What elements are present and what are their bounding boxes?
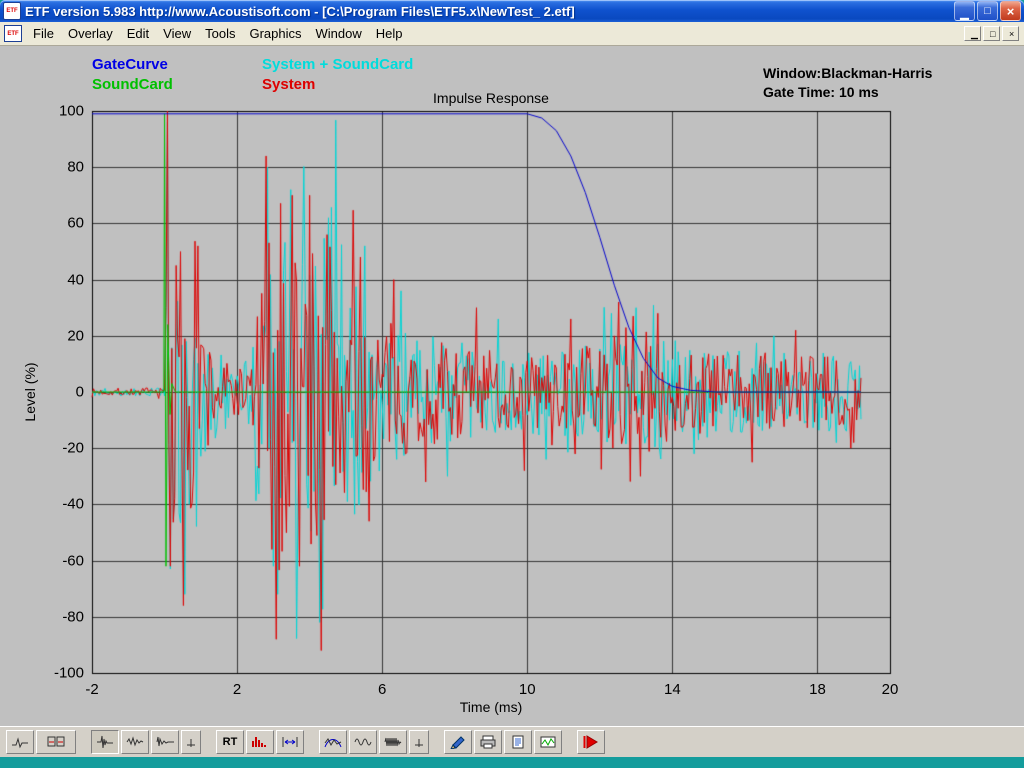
periodic-wave-button[interactable]: [349, 730, 377, 754]
arrows-icon: [281, 735, 299, 749]
mdi-restore-button[interactable]: □: [983, 26, 1000, 41]
window-title: ETF version 5.983 http://www.Acoustisoft…: [25, 4, 950, 19]
dual-display-icon: [47, 735, 65, 749]
wave-small-icon: [11, 735, 29, 749]
chart-title: Impulse Response: [92, 90, 890, 106]
app-window: ETF ETF version 5.983 http://www.Acousti…: [0, 0, 1024, 757]
impulse-response-plot[interactable]: [0, 46, 1024, 726]
menubar: ETF FileOverlayEditViewToolsGraphicsWind…: [0, 22, 1024, 46]
x-tick-label: 14: [664, 681, 681, 698]
menu-edit[interactable]: Edit: [120, 23, 156, 44]
mdi-close-icon: ×: [1009, 29, 1014, 39]
chart-panel: -2 2 6 10 14 18 20 -100 -80 -60 -40 -20 0 20 40 60 80 100…: [0, 46, 1024, 726]
rt60-button[interactable]: RT: [216, 730, 244, 754]
print-button[interactable]: [474, 730, 502, 754]
menu-graphics[interactable]: Graphics: [242, 23, 308, 44]
minimize-button[interactable]: ▁: [954, 1, 975, 21]
window-function-label: Window:Blackman-Harris: [763, 64, 932, 83]
app-icon: ETF: [3, 2, 21, 20]
mdi-minimize-button[interactable]: ▁: [964, 26, 981, 41]
spectrum-button[interactable]: [246, 730, 274, 754]
time-record-button[interactable]: [6, 730, 34, 754]
toolbar: RT: [0, 726, 1024, 757]
mdi-close-button[interactable]: ×: [1002, 26, 1019, 41]
y-tick-label: -60: [40, 552, 84, 569]
meter-icon: [539, 735, 557, 749]
close-icon: ×: [1007, 5, 1015, 18]
maximize-icon: □: [984, 6, 991, 17]
impulse-icon: [96, 735, 114, 749]
document-icon[interactable]: ETF: [4, 25, 22, 42]
y-tick-label: 60: [40, 215, 84, 232]
play-icon: [582, 735, 600, 749]
y-tick-label: 40: [40, 271, 84, 288]
measure-run-button[interactable]: [577, 730, 605, 754]
menu-list: FileOverlayEditViewToolsGraphicsWindowHe…: [26, 23, 410, 44]
x-tick-label: 6: [378, 681, 386, 698]
menu-tools[interactable]: Tools: [198, 23, 242, 44]
menu-window[interactable]: Window: [309, 23, 369, 44]
wave-noisy-icon: [126, 735, 144, 749]
frequency-response-button[interactable]: [121, 730, 149, 754]
close-button[interactable]: ×: [1000, 1, 1021, 21]
printer-icon: [479, 735, 497, 749]
mdi-restore-icon: □: [990, 29, 995, 39]
y-tick-label: -80: [40, 608, 84, 625]
x-tick-label: -2: [85, 681, 98, 698]
legend-gatecurve: GateCurve: [92, 56, 262, 76]
x-tick-label: 20: [882, 681, 899, 698]
y-tick-label: 20: [40, 327, 84, 344]
windowed-wave-button[interactable]: [319, 730, 347, 754]
marker-right-button[interactable]: [409, 730, 429, 754]
rt60-label: RT: [223, 736, 238, 748]
waterfall-button[interactable]: [151, 730, 179, 754]
bars-icon: [251, 735, 269, 749]
tick-icon: [182, 735, 200, 749]
y-tick-label: -100: [40, 665, 84, 682]
y-tick-label: 0: [40, 384, 84, 401]
legend-system-soundcard: System + SoundCard: [262, 56, 413, 76]
wave-cycle-icon: [354, 735, 372, 749]
titlebar[interactable]: ETF ETF version 5.983 http://www.Acousti…: [0, 0, 1024, 22]
annotate-button[interactable]: [444, 730, 472, 754]
x-axis-label: Time (ms): [92, 699, 890, 715]
x-tick-label: 18: [809, 681, 826, 698]
menu-overlay[interactable]: Overlay: [61, 23, 120, 44]
y-axis-label: Level (%): [22, 362, 38, 421]
menu-file[interactable]: File: [26, 23, 61, 44]
dense-wave-button[interactable]: [379, 730, 407, 754]
wave-dense-icon: [384, 735, 402, 749]
notes-button[interactable]: [504, 730, 532, 754]
window-controls: ▁ □ ×: [954, 1, 1021, 21]
gate-range-button[interactable]: [276, 730, 304, 754]
impulse-response-button[interactable]: [91, 730, 119, 754]
minimize-icon: ▁: [960, 9, 968, 20]
desktop-strip: [0, 757, 1024, 768]
x-tick-label: 10: [519, 681, 536, 698]
menu-view[interactable]: View: [156, 23, 198, 44]
y-tick-label: -40: [40, 496, 84, 513]
level-meter-button[interactable]: [534, 730, 562, 754]
y-tick-label: 100: [40, 103, 84, 120]
maximize-button[interactable]: □: [977, 1, 998, 21]
tick-icon: [410, 735, 428, 749]
marker-left-button[interactable]: [181, 730, 201, 754]
y-tick-label: -20: [40, 440, 84, 457]
menu-help[interactable]: Help: [369, 23, 410, 44]
y-tick-label: 80: [40, 159, 84, 176]
wave-window-icon: [324, 735, 342, 749]
dual-display-button[interactable]: [36, 730, 76, 754]
pencil-icon: [449, 735, 467, 749]
mdi-minimize-icon: ▁: [971, 29, 978, 39]
wave-decay-icon: [156, 735, 174, 749]
mdi-window-controls: ▁ □ ×: [964, 26, 1022, 41]
x-tick-label: 2: [233, 681, 241, 698]
document-icon: [509, 735, 527, 749]
